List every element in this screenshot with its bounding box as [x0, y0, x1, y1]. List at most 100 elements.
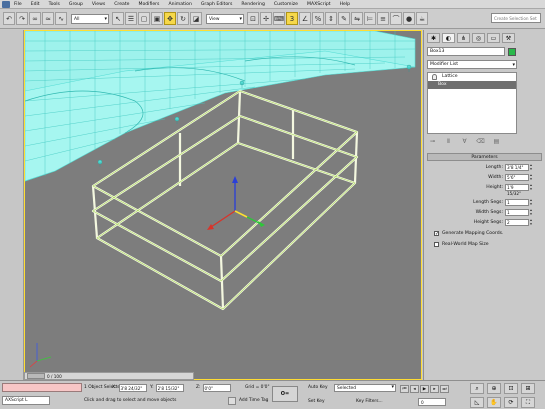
spinner-icon[interactable]: ▴ ▾: [529, 173, 533, 181]
menu-edit[interactable]: Edit: [31, 2, 40, 7]
render-setup-icon[interactable]: ☕: [416, 12, 428, 25]
set-key-big-button[interactable]: O=: [272, 386, 298, 402]
select-and-scale-icon[interactable]: ◪: [190, 12, 202, 25]
angle-snap-icon[interactable]: ∠: [299, 12, 311, 25]
spinner-icon[interactable]: ▴ ▾: [529, 218, 533, 226]
width-field[interactable]: 5'6": [505, 174, 529, 181]
zoom-icon[interactable]: ⌕: [470, 383, 484, 394]
unlink-icon[interactable]: ≈: [42, 12, 54, 25]
real-world-map-size-check[interactable]: Real-World Map Size: [424, 241, 545, 248]
length-segs-field[interactable]: 1: [505, 199, 529, 206]
time-tag-icon[interactable]: [228, 396, 236, 405]
menu-maxscript[interactable]: MAXScript: [307, 2, 331, 7]
pin-stack-icon[interactable]: ⊸: [427, 138, 438, 146]
maxscript-listener-mini[interactable]: [2, 383, 82, 392]
parameters-rollout-header[interactable]: Parameters: [427, 153, 542, 161]
selection-filter-dropdown[interactable]: All: [71, 13, 109, 24]
spinner-icon[interactable]: ▴ ▾: [529, 208, 533, 216]
lightbulb-icon[interactable]: [432, 74, 437, 80]
height-segs-field[interactable]: 2: [505, 219, 529, 226]
previous-frame-icon[interactable]: ◂: [410, 385, 419, 393]
add-time-tag[interactable]: Add Time Tag: [228, 396, 268, 405]
percent-snap-icon[interactable]: %: [312, 12, 324, 25]
display-tab-icon[interactable]: ▭: [487, 33, 500, 43]
spinner-snap-icon[interactable]: ⇕: [325, 12, 337, 25]
select-by-name-icon[interactable]: ☰: [125, 12, 137, 25]
remove-modifier-icon[interactable]: ⌫: [475, 138, 486, 146]
auto-key-button[interactable]: Auto Key: [308, 384, 328, 392]
time-slider-thumb[interactable]: [27, 373, 45, 379]
align-icon[interactable]: ⊨: [364, 12, 376, 25]
current-frame-field[interactable]: 0: [418, 398, 446, 406]
maximize-viewport-icon[interactable]: ⛶: [521, 396, 535, 408]
width-segs-field[interactable]: 1: [505, 209, 529, 216]
menu-file[interactable]: File: [14, 2, 22, 7]
snaps-toggle-icon[interactable]: 3: [286, 12, 298, 25]
hierarchy-tab-icon[interactable]: ⋔: [457, 33, 470, 43]
stack-item-box[interactable]: Box: [428, 81, 516, 89]
mirror-icon[interactable]: ⇋: [351, 12, 363, 25]
maxscript-field[interactable]: AXScript L: [2, 396, 50, 405]
window-crossing-icon[interactable]: ▣: [151, 12, 163, 25]
app-logo-icon[interactable]: [2, 0, 10, 8]
zoom-extents-all-icon[interactable]: ⊞: [521, 383, 535, 394]
redo-icon[interactable]: ↷: [16, 12, 28, 25]
keyboard-shortcut-toggle-icon[interactable]: ⌨: [273, 12, 285, 25]
checkbox-checked[interactable]: ✓: [434, 231, 439, 237]
y-field[interactable]: 2'8 15/32": [155, 383, 184, 392]
height-field[interactable]: 1'9 15/32": [505, 184, 529, 196]
go-to-end-icon[interactable]: ⏭: [440, 385, 449, 393]
configure-sets-icon[interactable]: ▤: [491, 138, 502, 146]
menu-tools[interactable]: Tools: [49, 2, 60, 7]
object-color-swatch[interactable]: [508, 47, 516, 56]
undo-icon[interactable]: ↶: [3, 12, 15, 25]
show-end-result-icon[interactable]: Ⅱ: [443, 138, 454, 146]
menu-animation[interactable]: Animation: [168, 2, 191, 7]
rect-selection-icon[interactable]: ▢: [138, 12, 150, 25]
orbit-icon[interactable]: ⟳: [504, 396, 518, 408]
menu-rendering[interactable]: Rendering: [241, 2, 264, 7]
create-tab-icon[interactable]: ✱: [427, 33, 440, 43]
material-editor-icon[interactable]: ●: [403, 12, 415, 25]
select-and-move-icon[interactable]: ✥: [164, 12, 176, 25]
spinner-icon[interactable]: ▴ ▾: [529, 163, 533, 171]
link-icon[interactable]: ∞: [29, 12, 41, 25]
named-selection-set-field[interactable]: Create Selection Set: [491, 13, 541, 23]
object-name-field[interactable]: Box13: [427, 47, 505, 56]
make-unique-icon[interactable]: ∀: [459, 138, 470, 146]
checkbox-unchecked[interactable]: [434, 242, 439, 247]
z-field[interactable]: 0'0": [202, 383, 231, 392]
pivot-center-icon[interactable]: ⊡: [247, 12, 259, 25]
bind-space-warp-icon[interactable]: ∿: [55, 12, 67, 25]
length-field[interactable]: 3'8 1/4": [505, 164, 529, 171]
key-filters-button[interactable]: Key Filters...: [356, 397, 383, 406]
set-key-label[interactable]: Set Key: [308, 398, 325, 406]
menu-customize[interactable]: Customize: [274, 2, 298, 7]
key-mode-dropdown[interactable]: Selected: [334, 384, 396, 392]
play-icon[interactable]: ▶: [420, 385, 429, 393]
menu-help[interactable]: Help: [340, 2, 350, 7]
time-slider[interactable]: 0 / 100: [24, 372, 194, 380]
zoom-extents-icon[interactable]: ⊡: [504, 383, 518, 394]
go-to-start-icon[interactable]: ⏮: [400, 385, 409, 393]
modify-tab-icon[interactable]: ◐: [442, 33, 455, 43]
layer-manager-icon[interactable]: ≡: [377, 12, 389, 25]
menu-group[interactable]: Group: [69, 2, 83, 7]
utilities-tab-icon[interactable]: ⚒: [502, 33, 515, 43]
perspective-viewport[interactable]: [24, 30, 422, 380]
modifier-list-dropdown[interactable]: Modifier List: [427, 60, 517, 69]
edit-named-selection-icon[interactable]: ✎: [338, 12, 350, 25]
field-of-view-icon[interactable]: ◺: [470, 396, 484, 408]
select-manipulate-icon[interactable]: ✢: [260, 12, 272, 25]
generate-mapping-coords-check[interactable]: ✓ Generate Mapping Coords.: [424, 230, 545, 237]
pan-icon[interactable]: ✋: [487, 396, 501, 408]
menu-modifiers[interactable]: Modifiers: [138, 2, 159, 7]
next-frame-icon[interactable]: ▸: [430, 385, 439, 393]
menu-views[interactable]: Views: [92, 2, 105, 7]
stack-item-lattice[interactable]: Lattice: [428, 73, 516, 81]
motion-tab-icon[interactable]: ◎: [472, 33, 485, 43]
curve-editor-icon[interactable]: ⌒: [390, 12, 402, 25]
select-and-rotate-icon[interactable]: ↻: [177, 12, 189, 25]
x-field[interactable]: 3'8 24/32": [118, 383, 147, 392]
spinner-icon[interactable]: ▴ ▾: [529, 183, 533, 191]
